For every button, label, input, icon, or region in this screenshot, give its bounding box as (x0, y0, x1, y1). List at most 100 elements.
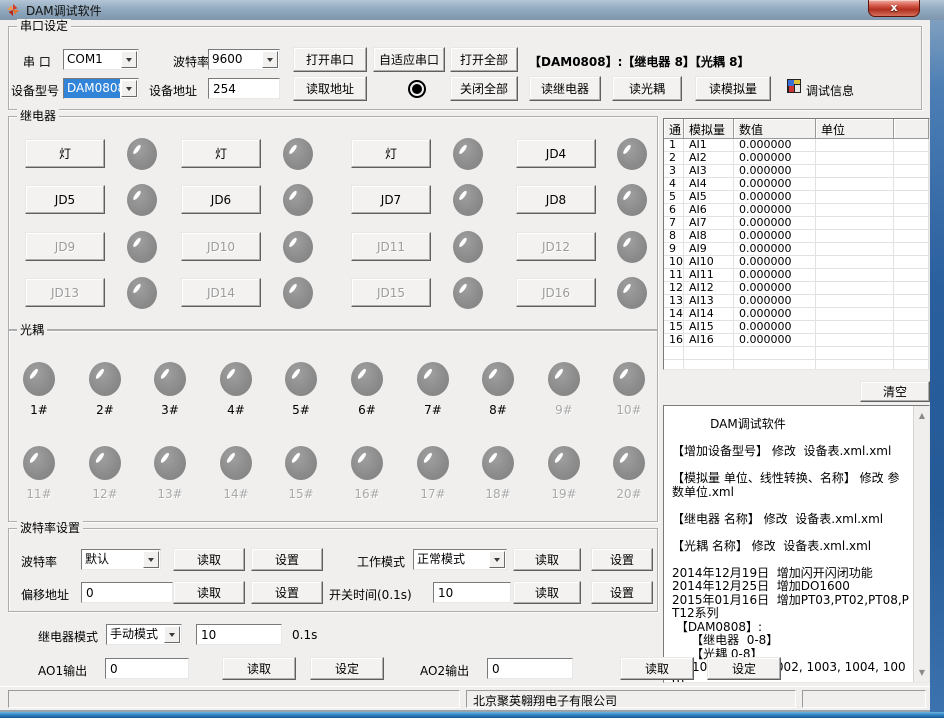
baud-group-title: 波特率设置 (17, 521, 83, 535)
offset-set-button[interactable]: 设置 (251, 581, 323, 604)
switch-time-field[interactable] (433, 582, 511, 603)
opto-indicator-12 (89, 446, 121, 480)
opto-indicator-19 (548, 446, 580, 480)
open-serial-button[interactable]: 打开串口 (293, 47, 367, 72)
relay-button-4[interactable]: JD4 (516, 139, 596, 168)
opto-label-18: 18# (478, 487, 518, 501)
close-all-button[interactable]: 关闭全部 (450, 76, 518, 101)
table-row[interactable]: 11AI110.000000 (664, 269, 929, 282)
relay-mode-label: 继电器模式 (38, 628, 98, 645)
relay-button-3[interactable]: 灯 (351, 139, 431, 168)
read-analog-button[interactable]: 读模拟量 (695, 76, 771, 101)
close-button[interactable]: x (868, 0, 920, 17)
dropdown-arrow-icon[interactable] (489, 551, 505, 568)
relay-time-field[interactable] (196, 624, 282, 645)
log-panel: DAM调试软件 【增加设备型号】 修改 设备表.xml.xml 【模拟量 单位、… (663, 405, 930, 683)
model-combobox[interactable]: DAM0808 (63, 78, 139, 99)
adaptive-serial-button[interactable]: 自适应串口 (373, 47, 445, 72)
relay-button-6[interactable]: JD6 (181, 185, 261, 214)
table-row[interactable]: 5AI50.000000 (664, 191, 929, 204)
work-mode-set-button[interactable]: 设置 (591, 548, 653, 571)
table-row[interactable]: 3AI30.000000 (664, 165, 929, 178)
baud-combobox[interactable]: 9600 (208, 49, 280, 70)
ao2-read-button[interactable]: 读取 (620, 657, 694, 680)
table-row[interactable]: 15AI150.000000 (664, 321, 929, 334)
work-mode-label: 工作模式 (357, 553, 405, 570)
table-row[interactable]: 12AI120.000000 (664, 282, 929, 295)
log-scrollbar[interactable]: ▲ ▼ (913, 406, 929, 682)
opto-label-5: 5# (281, 403, 321, 417)
work-mode-read-button[interactable]: 读取 (513, 548, 581, 571)
relay-button-8[interactable]: JD8 (516, 185, 596, 214)
status-panel-company: 北京聚英翱翔电子有限公司 (466, 690, 796, 708)
opto-indicator-17 (417, 446, 449, 480)
device-address-field[interactable] (208, 78, 280, 99)
analog-table-body: 1AI10.0000002AI20.0000003AI30.0000004AI4… (664, 139, 929, 370)
baud-read-button[interactable]: 读取 (173, 548, 245, 571)
relay-indicator-13 (127, 277, 157, 309)
col-header-analog[interactable]: 模拟量 (684, 119, 734, 139)
table-row[interactable]: 14AI140.000000 (664, 308, 929, 321)
read-opto-button[interactable]: 读光耦 (612, 76, 682, 101)
dropdown-arrow-icon[interactable] (121, 80, 137, 97)
analog-table: 通 模拟量 数值 单位 1AI10.0000002AI20.0000003AI3… (663, 118, 930, 370)
addr-label: 设备地址 (149, 82, 197, 99)
table-row[interactable]: 2AI20.000000 (664, 152, 929, 165)
clear-log-button[interactable]: 清空 (860, 381, 930, 402)
relay-button-9: JD9 (25, 232, 105, 261)
ao1-read-button[interactable]: 读取 (222, 657, 296, 680)
scroll-down-icon[interactable]: ▼ (915, 665, 929, 680)
baud-label: 波特率 (173, 53, 209, 70)
opto-label-20: 20# (609, 487, 649, 501)
read-relay-button[interactable]: 读继电器 (529, 76, 601, 101)
table-row[interactable]: 1AI10.000000 (664, 139, 929, 152)
table-row[interactable]: 9AI90.000000 (664, 243, 929, 256)
relay-button-5[interactable]: JD5 (25, 185, 105, 214)
ao1-set-button[interactable]: 设定 (310, 657, 384, 680)
dropdown-arrow-icon[interactable] (121, 51, 137, 68)
relay-indicator-5 (127, 184, 157, 216)
ao1-field[interactable] (105, 658, 189, 679)
read-address-button[interactable]: 读取地址 (293, 76, 367, 101)
table-row[interactable]: 10AI100.000000 (664, 256, 929, 269)
open-all-button[interactable]: 打开全部 (450, 47, 518, 72)
switch-time-read-button[interactable]: 读取 (513, 581, 581, 604)
relay-button-7[interactable]: JD7 (351, 185, 431, 214)
offset-field[interactable] (81, 582, 173, 603)
table-row[interactable]: 4AI40.000000 (664, 178, 929, 191)
dropdown-arrow-icon[interactable] (143, 551, 159, 568)
dropdown-arrow-icon[interactable] (164, 626, 180, 643)
col-header-value[interactable]: 数值 (734, 119, 816, 139)
model-label: 设备型号 (11, 82, 59, 99)
port-combobox[interactable]: COM1 (63, 49, 139, 70)
col-header-unit[interactable]: 单位 (816, 119, 894, 139)
opto-indicator-3 (154, 362, 186, 396)
ao2-field[interactable] (487, 658, 573, 679)
opto-indicator-13 (154, 446, 186, 480)
col-header-channel[interactable]: 通 (664, 119, 684, 139)
table-row[interactable]: 7AI70.000000 (664, 217, 929, 230)
switch-time-set-button[interactable]: 设置 (591, 581, 653, 604)
relay-button-1[interactable]: 灯 (25, 139, 105, 168)
table-row[interactable]: 8AI80.000000 (664, 230, 929, 243)
baud-setting-combobox[interactable]: 默认 (81, 549, 161, 570)
ao2-set-button[interactable]: 设定 (707, 657, 781, 680)
table-row[interactable]: 16AI160.000000 (664, 334, 929, 347)
table-row[interactable]: 6AI60.000000 (664, 204, 929, 217)
relay-mode-value: 手动模式 (107, 625, 163, 644)
opto-label-11: 11# (19, 487, 59, 501)
opto-indicator-2 (89, 362, 121, 396)
baud-set-button[interactable]: 设置 (251, 548, 323, 571)
opto-indicator-15 (285, 446, 317, 480)
table-row-empty (664, 360, 929, 370)
relay-button-2[interactable]: 灯 (181, 139, 261, 168)
opto-indicator-20 (613, 446, 645, 480)
work-mode-combobox[interactable]: 正常模式 (413, 549, 507, 570)
dropdown-arrow-icon[interactable] (262, 51, 278, 68)
relay-mode-combobox[interactable]: 手动模式 (106, 624, 182, 645)
scroll-up-icon[interactable]: ▲ (915, 408, 929, 423)
table-row[interactable]: 13AI130.000000 (664, 295, 929, 308)
relay-indicator-12 (617, 231, 647, 263)
offset-read-button[interactable]: 读取 (173, 581, 245, 604)
opto-indicator-7 (417, 362, 449, 396)
